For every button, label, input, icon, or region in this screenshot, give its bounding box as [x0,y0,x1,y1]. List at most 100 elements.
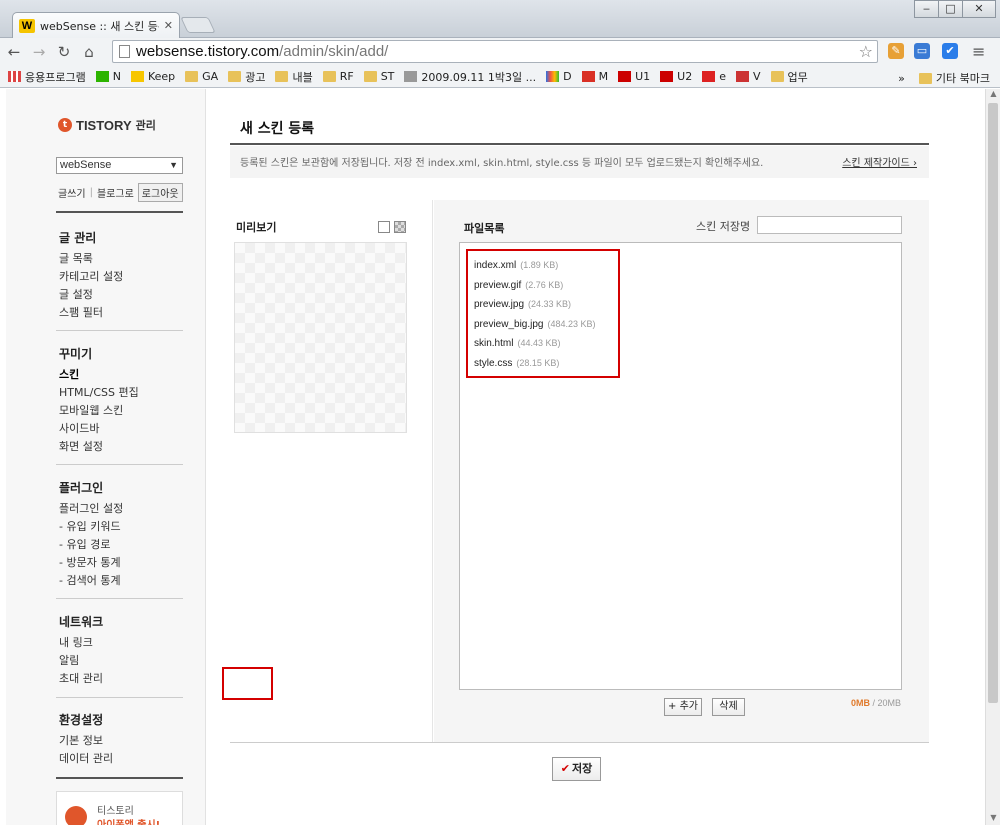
divider [56,330,183,331]
menu-item-plugin-settings[interactable]: 플러그인 설정 [59,500,123,518]
menu-item-screen-settings[interactable]: 화면 설정 [59,438,139,456]
add-file-button[interactable]: + 추가 [664,698,702,716]
menu-item-mobile-skin[interactable]: 모바일웹 스킨 [59,402,139,420]
bookmark-item[interactable]: 응용프로그램 [8,69,86,85]
menu-item-sidebar[interactable]: 사이드바 [59,420,139,438]
white-background-toggle[interactable] [378,221,390,233]
file-row[interactable]: skin.html (44.43 KB) [474,334,618,354]
bookmark-label: U2 [677,70,693,83]
menu-item-inflow-path[interactable]: - 유입 경로 [59,536,123,554]
menu-head: 플러그인 [59,481,104,495]
check-icon: ✔ [560,762,570,775]
other-bookmarks[interactable]: 기타 북마크 [936,70,990,86]
write-link[interactable]: 글쓰기 [58,185,86,200]
blog-link[interactable]: 블로그로 [97,185,134,200]
tistory-logo[interactable]: t TISTORY 관리 [58,117,156,133]
bookmark-item[interactable]: RF [322,70,354,83]
menu-item-post-list[interactable]: 글 목록 [59,250,123,268]
menu-item-category[interactable]: 카테고리 설정 [59,268,123,286]
bookmark-item[interactable]: V [736,70,761,83]
delete-file-button[interactable]: 삭제 [712,698,745,716]
bookmark-item[interactable]: 광고 [228,69,265,85]
logo-text: TISTORY [76,117,132,133]
file-row[interactable]: preview.gif (2.76 KB) [474,276,618,296]
skin-guide-link[interactable]: 스킨 제작가이드 › [842,154,917,169]
menu-icon[interactable]: ≡ [972,42,985,61]
folder-icon [228,71,242,82]
bookmark-item[interactable]: e [702,70,726,83]
menu-item-basic-info[interactable]: 기본 정보 [59,732,113,750]
bookmark-item[interactable]: U1 [618,70,650,83]
bookmark-item[interactable]: U2 [660,70,692,83]
bookmark-item[interactable]: 내블 [275,69,313,85]
file-size: (44.43 KB) [517,338,561,348]
tab-close-icon[interactable]: ✕ [164,19,173,32]
scroll-up-icon[interactable]: ▲ [986,89,1000,101]
menu-item-visitor-stats[interactable]: - 방문자 통계 [59,554,123,572]
menu-item-post-settings[interactable]: 글 설정 [59,286,123,304]
menu-item-html-css[interactable]: HTML/CSS 편집 [59,384,139,402]
page-scrollbar[interactable]: ▲ ▼ [985,89,1000,825]
file-row[interactable]: preview.jpg (24.33 KB) [474,295,618,315]
save-button[interactable]: ✔ 저장 [552,757,601,781]
file-list-highlight: index.xml (1.89 KB) preview.gif (2.76 KB) … [466,249,620,378]
close-window-icon[interactable]: ✕ [962,0,996,18]
save-label: 저장 [571,762,593,775]
bookmark-item[interactable]: ST [363,70,394,83]
tistory-logo-icon: t [58,118,72,132]
check-extension-icon[interactable]: ✔ [942,43,958,59]
file-list-box[interactable]: index.xml (1.89 KB) preview.gif (2.76 KB) … [459,242,902,690]
menu-item-my-links[interactable]: 내 링크 [59,634,103,652]
apps-icon [8,71,21,82]
browser-tab[interactable]: W webSense :: 새 스킨 등록 ✕ [12,12,180,38]
file-row[interactable]: index.xml (1.89 KB) [474,256,618,276]
tab-favicon-icon: W [19,18,35,33]
address-bar[interactable]: websense.tistory.com/admin/skin/add/ ☆ [112,40,878,63]
menu-item-search-stats[interactable]: - 검색어 통계 [59,572,123,590]
back-icon[interactable]: ← [3,43,25,61]
divider [56,777,183,779]
file-row[interactable]: preview_big.jpg (484.23 KB) [474,315,618,335]
menu-item-invites[interactable]: 초대 관리 [59,670,103,688]
bookmark-star-icon[interactable]: ☆ [859,42,873,61]
maximize-icon[interactable]: □ [938,0,963,18]
file-name: preview.jpg [474,299,525,310]
bookmark-item[interactable]: 업무 [770,69,808,85]
menu-head: 환경설정 [59,713,104,727]
bookmark-item[interactable]: 2009.09.11 1박3일 ... [404,69,536,85]
file-name: style.css [474,357,513,369]
menu-item-data-management[interactable]: 데이터 관리 [59,750,113,768]
bookmark-label: V [753,70,761,83]
divider [56,598,183,599]
minimize-icon[interactable]: ‒ [914,0,939,18]
bookmark-item[interactable]: N [95,70,121,83]
menu-item-spam-filter[interactable]: 스팸 필터 [59,304,123,322]
bookmark-item[interactable]: D [546,70,572,83]
bookmark-label: 내블 [292,70,313,84]
bookmark-item[interactable]: GA [185,70,218,83]
menu-item-notifications[interactable]: 알림 [59,652,103,670]
bookmark-item[interactable]: M [581,70,608,83]
menu-item-skin[interactable]: 스킨 [59,366,139,384]
reload-icon[interactable]: ↻ [53,43,75,61]
bookmark-item[interactable]: Keep [130,70,175,83]
more-bookmarks-button[interactable]: » [898,72,905,85]
home-icon[interactable]: ⌂ [78,43,100,61]
file-row[interactable]: style.css (28.15 KB) [474,354,618,374]
scroll-down-icon[interactable]: ▼ [986,813,1000,825]
blog-select[interactable]: webSense ▼ [56,157,183,174]
window-extension-icon[interactable]: ▭ [914,43,930,59]
skin-name-input[interactable] [757,216,902,234]
app-promo[interactable]: 티스토리 아이폰앱 출시! [56,791,183,825]
forward-icon[interactable]: → [28,43,50,61]
folder-icon [185,71,199,82]
admin-sidebar: t TISTORY 관리 webSense ▼ 글쓰기 | 블로그로 로그아웃 … [6,89,206,825]
new-tab-button[interactable] [180,17,216,33]
gmail-icon [581,71,595,82]
pencil-extension-icon[interactable]: ✎ [888,43,904,59]
menu-item-inflow-keywords[interactable]: - 유입 키워드 [59,518,123,536]
checker-background-toggle[interactable] [394,221,406,233]
logout-button[interactable]: 로그아웃 [137,183,183,202]
scroll-thumb[interactable] [988,103,998,703]
bookmark-label: D [563,70,572,83]
